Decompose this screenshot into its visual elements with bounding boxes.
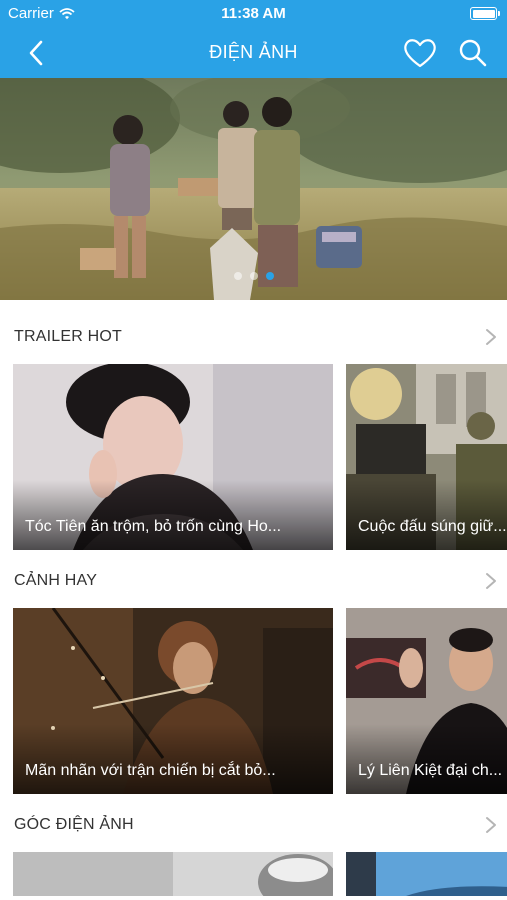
search-button[interactable]: [458, 38, 488, 68]
section-trailer-hot: TRAILER HOT Tóc Tiên ăn trộm, bỏ trốn cù…: [0, 316, 507, 556]
hero-banner[interactable]: [0, 78, 507, 300]
video-card[interactable]: Cuộc đấu súng giữ...: [346, 364, 507, 550]
page-dot[interactable]: [233, 272, 242, 280]
hero-pagination: [0, 272, 507, 280]
section-title: TRAILER HOT: [14, 328, 122, 345]
video-card[interactable]: [346, 852, 507, 896]
card-row: Mãn nhãn với trận chiến bị cắt bỏ... Lý …: [0, 608, 507, 796]
video-card[interactable]: Lý Liên Kiệt đại ch...: [346, 608, 507, 794]
top-bar: Carrier 11:38 AM ĐIỆN ẢNH: [0, 0, 507, 78]
card-title: Tóc Tiên ăn trộm, bỏ trốn cùng Ho...: [25, 518, 282, 535]
section-header[interactable]: GÓC ĐIỆN ẢNH: [0, 804, 507, 844]
section-canh-hay: CẢNH HAY Mãn nhãn với trận chiến bị cắt …: [0, 560, 507, 800]
thumbnail-image: [13, 852, 333, 896]
chevron-right-icon: [486, 573, 496, 589]
video-card[interactable]: Tóc Tiên ăn trộm, bỏ trốn cùng Ho...: [13, 364, 333, 550]
status-bar: Carrier 11:38 AM: [0, 0, 507, 28]
thumbnail-image: [346, 852, 507, 896]
section-header[interactable]: TRAILER HOT: [0, 316, 507, 356]
chevron-right-icon: [486, 817, 496, 833]
video-card[interactable]: Mãn nhãn với trận chiến bị cắt bỏ...: [13, 608, 333, 794]
section-title: CẢNH HAY: [14, 572, 98, 589]
chevron-right-icon: [486, 329, 496, 345]
battery-icon: [470, 7, 500, 20]
card-title: Lý Liên Kiệt đại ch...: [358, 762, 503, 779]
hero-image: [0, 78, 507, 300]
card-title: Cuộc đấu súng giữ...: [358, 518, 507, 535]
video-card[interactable]: [13, 852, 333, 896]
heart-icon: [404, 39, 436, 68]
page-dot[interactable]: [249, 272, 258, 280]
status-time: 11:38 AM: [221, 5, 286, 22]
card-title: Mãn nhãn với trận chiến bị cắt bỏ...: [25, 762, 276, 779]
section-goc-dien-anh: GÓC ĐIỆN ẢNH: [0, 804, 507, 900]
section-header[interactable]: CẢNH HAY: [0, 560, 507, 600]
section-title: GÓC ĐIỆN ẢNH: [14, 816, 134, 833]
favorite-button[interactable]: [402, 36, 438, 70]
card-row: [0, 852, 507, 896]
search-icon: [459, 39, 487, 67]
card-row: Tóc Tiên ăn trộm, bỏ trốn cùng Ho... Cuộ…: [0, 364, 507, 552]
page-dot-active[interactable]: [265, 272, 274, 280]
nav-bar: ĐIỆN ẢNH: [0, 28, 507, 78]
